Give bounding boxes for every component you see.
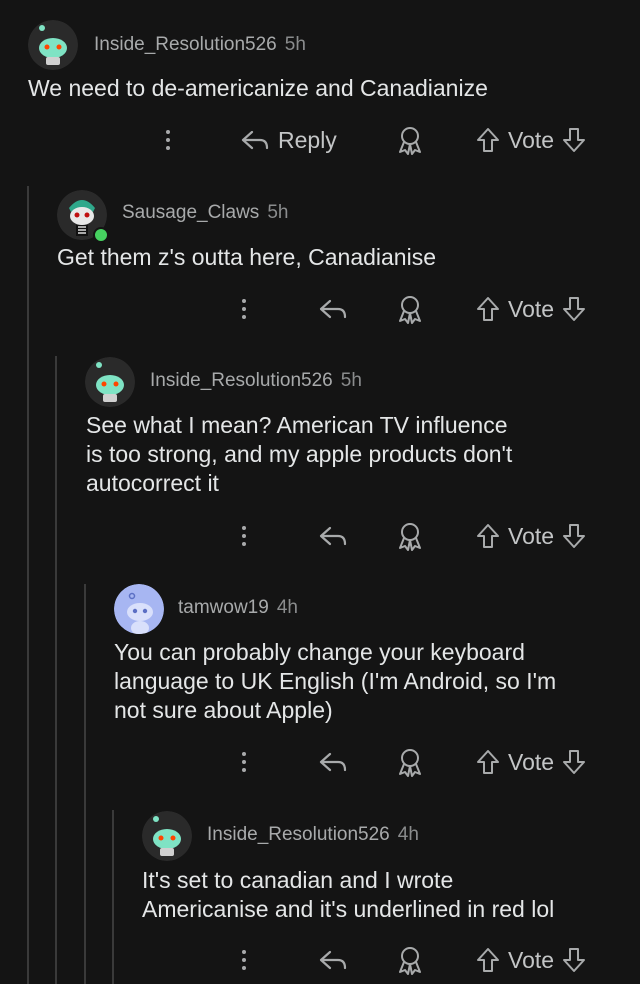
more-options-button[interactable] <box>242 516 246 556</box>
award-button[interactable] <box>396 516 424 556</box>
reply-icon <box>319 950 347 970</box>
username[interactable]: Sausage_Claws <box>122 202 259 223</box>
comment-actions: Vote <box>0 940 640 980</box>
comment-meta: tamwow19 4h <box>178 597 298 619</box>
username[interactable]: Inside_Resolution526 <box>94 34 277 55</box>
upvote-icon[interactable] <box>476 749 500 775</box>
award-icon <box>399 749 421 777</box>
award-icon <box>399 947 421 975</box>
upvote-icon[interactable] <box>476 947 500 973</box>
vote-label: Vote <box>508 295 555 322</box>
default-snoo-avatar-icon <box>114 584 164 634</box>
award-button[interactable] <box>396 120 424 160</box>
vote-group: Vote <box>476 742 586 782</box>
vote-label: Vote <box>508 126 555 153</box>
avatar[interactable] <box>114 584 164 634</box>
username[interactable]: Inside_Resolution526 <box>150 370 333 391</box>
comment-meta: Sausage_Claws 5h <box>122 202 288 224</box>
vote-group: Vote <box>476 289 586 329</box>
snoo-avatar-icon <box>142 811 192 861</box>
reply-icon <box>241 130 269 150</box>
reply-button[interactable] <box>318 516 348 556</box>
vote-label: Vote <box>508 748 555 775</box>
timestamp: 5h <box>267 202 289 223</box>
comment-text: We need to de-americanize and Canadianiz… <box>28 75 488 101</box>
award-button[interactable] <box>396 940 424 980</box>
comment-actions: Vote <box>0 289 640 329</box>
award-button[interactable] <box>396 289 424 329</box>
username[interactable]: Inside_Resolution526 <box>207 824 390 845</box>
vote-group: Vote <box>476 940 586 980</box>
downvote-icon[interactable] <box>562 947 586 973</box>
vote-group: Vote <box>476 120 586 160</box>
timestamp: 4h <box>276 597 298 618</box>
reply-label: Reply <box>278 126 337 153</box>
comment-meta: Inside_Resolution526 4h <box>207 824 419 846</box>
downvote-icon[interactable] <box>562 523 586 549</box>
online-status-indicator <box>93 227 109 243</box>
comment-meta: Inside_Resolution526 5h <box>150 370 362 392</box>
downvote-icon[interactable] <box>562 296 586 322</box>
award-icon <box>399 127 421 155</box>
comment-text: You can probably change your keyboard la… <box>114 639 557 723</box>
reply-icon <box>319 526 347 546</box>
more-options-button[interactable] <box>242 940 246 980</box>
upvote-icon[interactable] <box>476 523 500 549</box>
vote-label: Vote <box>508 946 555 973</box>
upvote-icon[interactable] <box>476 296 500 322</box>
upvote-icon[interactable] <box>476 127 500 153</box>
award-icon <box>399 523 421 551</box>
thread-line-level-2 <box>55 356 57 984</box>
more-options-button[interactable] <box>242 289 246 329</box>
reply-icon <box>319 752 347 772</box>
avatar[interactable] <box>85 357 135 407</box>
timestamp: 4h <box>397 824 419 845</box>
comment-text: It's set to canadian and I wrote America… <box>142 867 555 922</box>
downvote-icon[interactable] <box>562 127 586 153</box>
snoo-avatar-icon <box>28 20 78 70</box>
thread-line-level-3 <box>84 584 86 984</box>
vote-label: Vote <box>508 522 555 549</box>
vote-group: Vote <box>476 516 586 556</box>
comment-actions: Vote <box>0 516 640 556</box>
award-button[interactable] <box>396 742 424 782</box>
comment-meta: Inside_Resolution526 5h <box>94 34 306 56</box>
reply-button[interactable] <box>318 940 348 980</box>
more-options-button[interactable] <box>242 742 246 782</box>
more-options-button[interactable] <box>166 120 170 160</box>
comment-actions: Reply Vote <box>0 120 640 160</box>
reply-button[interactable]: Reply <box>240 120 345 160</box>
snoo-avatar-icon <box>85 357 135 407</box>
downvote-icon[interactable] <box>562 749 586 775</box>
avatar[interactable] <box>28 20 78 70</box>
reply-button[interactable] <box>318 742 348 782</box>
comment-text: Get them z's outta here, Canadianise <box>57 244 436 270</box>
award-icon <box>399 296 421 324</box>
timestamp: 5h <box>284 34 306 55</box>
reply-icon <box>319 299 347 319</box>
timestamp: 5h <box>340 370 362 391</box>
comment-actions: Vote <box>0 742 640 782</box>
avatar[interactable] <box>142 811 192 861</box>
username[interactable]: tamwow19 <box>178 597 269 618</box>
reply-button[interactable] <box>318 289 348 329</box>
comment-text: See what I mean? American TV influence i… <box>86 412 513 496</box>
